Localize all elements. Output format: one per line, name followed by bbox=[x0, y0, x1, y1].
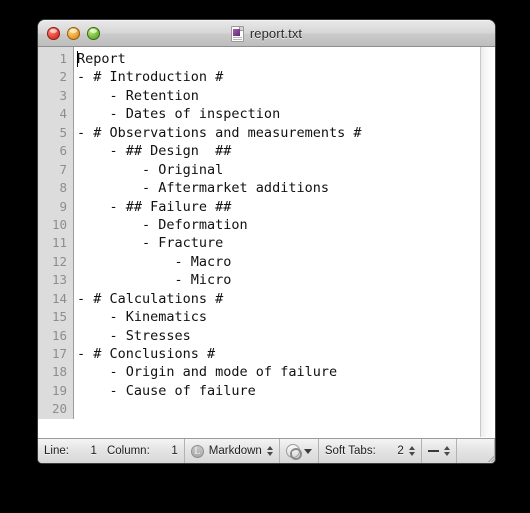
editor-area: 1 2 3 4 5 6 7 8 9 10 11 12 13 14 15 16 17 18 19 20 Report - … bbox=[38, 47, 495, 437]
line-number: 19 bbox=[51, 382, 67, 398]
line-number: 12 bbox=[51, 253, 67, 269]
zoom-button[interactable] bbox=[87, 27, 100, 40]
text-editor-window: report.txt 1 2 3 4 5 6 7 8 9 10 11 12 13 14 15 16 17 18 19… bbox=[38, 20, 495, 463]
syntax-mode-selector[interactable]: L Markdown bbox=[185, 439, 280, 463]
window-title: report.txt bbox=[249, 26, 303, 41]
settings-menu-button[interactable] bbox=[280, 439, 319, 463]
column-label: Column: bbox=[106, 445, 150, 457]
code-line: - Origin and mode of failure bbox=[77, 364, 338, 381]
code-line: Report bbox=[77, 51, 126, 67]
code-line: - Aftermarket additions bbox=[77, 180, 329, 197]
code-line: - # Introduction # bbox=[77, 69, 224, 86]
resize-grip[interactable] bbox=[480, 448, 494, 462]
line-number: 16 bbox=[51, 327, 67, 343]
chevron-down-icon[interactable] bbox=[303, 448, 312, 454]
code-line: - Cause of failure bbox=[77, 382, 256, 399]
line-value: 1 bbox=[90, 445, 97, 457]
code-line: - Kinematics bbox=[77, 309, 208, 326]
code-line: - Fracture bbox=[77, 235, 224, 252]
code-line: - Dates of inspection bbox=[77, 106, 281, 123]
syntax-mode-stepper-icon[interactable] bbox=[266, 446, 273, 456]
gear-icon[interactable] bbox=[285, 444, 302, 460]
line-endings-value bbox=[427, 450, 439, 452]
line-endings-stepper-icon[interactable] bbox=[443, 446, 450, 456]
line-number: 10 bbox=[51, 216, 67, 232]
line-number: 18 bbox=[51, 364, 67, 380]
close-button[interactable] bbox=[47, 27, 60, 40]
code-line: - Micro bbox=[77, 272, 232, 289]
text-document-icon bbox=[230, 25, 244, 42]
soft-tabs-cell[interactable]: Soft Tabs: 2 bbox=[319, 439, 422, 463]
line-number: 3 bbox=[59, 87, 67, 103]
column-value: 1 bbox=[171, 445, 178, 457]
code-line: - Macro bbox=[77, 253, 232, 270]
cursor-position-cell: Line: 1 Column: 1 bbox=[38, 439, 185, 463]
vertical-scrollbar[interactable] bbox=[480, 47, 495, 437]
line-number: 6 bbox=[59, 143, 67, 159]
code-line: - Stresses bbox=[77, 327, 191, 344]
line-number: 2 bbox=[59, 69, 67, 85]
code-line: - Retention bbox=[77, 87, 199, 104]
line-number: 7 bbox=[59, 161, 67, 177]
soft-tabs-stepper-icon[interactable] bbox=[408, 446, 415, 456]
line-number: 5 bbox=[59, 124, 67, 140]
line-number: 8 bbox=[59, 180, 67, 196]
soft-tabs-label: Soft Tabs: bbox=[324, 445, 376, 457]
line-number: 4 bbox=[59, 106, 67, 122]
code-line: - Original bbox=[77, 161, 224, 178]
line-number: 15 bbox=[51, 309, 67, 325]
line-number: 13 bbox=[51, 272, 67, 288]
window-controls bbox=[38, 27, 100, 40]
code-line: - Deformation bbox=[77, 216, 248, 233]
line-number: 20 bbox=[51, 401, 67, 417]
syntax-mode-label: Markdown bbox=[208, 445, 262, 457]
minimize-button[interactable] bbox=[67, 27, 80, 40]
code-line: - # Calculations # bbox=[77, 290, 224, 307]
soft-tabs-value: 2 bbox=[397, 445, 404, 457]
line-number-gutter: 1 2 3 4 5 6 7 8 9 10 11 12 13 14 15 16 17 18 19 20 bbox=[38, 47, 74, 419]
line-endings-cell[interactable] bbox=[422, 439, 457, 463]
line-number: 17 bbox=[51, 346, 67, 361]
code-line: - # Observations and measurements # bbox=[77, 124, 362, 141]
line-number: 14 bbox=[51, 290, 67, 306]
code-line: - # Conclusions # bbox=[77, 346, 216, 362]
line-number: 11 bbox=[51, 235, 67, 251]
syntax-mode-badge-icon: L bbox=[190, 444, 204, 458]
code-text-area[interactable]: Report - # Introduction # - Retention - D… bbox=[74, 47, 495, 437]
line-number: 9 bbox=[59, 198, 67, 214]
text-caret bbox=[77, 51, 78, 67]
code-line: - ## Failure ## bbox=[77, 198, 232, 215]
code-line: - ## Design ## bbox=[77, 143, 232, 160]
window-titlebar[interactable]: report.txt bbox=[38, 20, 495, 47]
line-number: 1 bbox=[59, 51, 67, 66]
window-title-group: report.txt bbox=[38, 21, 495, 46]
status-bar: Line: 1 Column: 1 L Markdown Soft Tabs: … bbox=[38, 438, 495, 463]
line-label: Line: bbox=[44, 445, 69, 457]
